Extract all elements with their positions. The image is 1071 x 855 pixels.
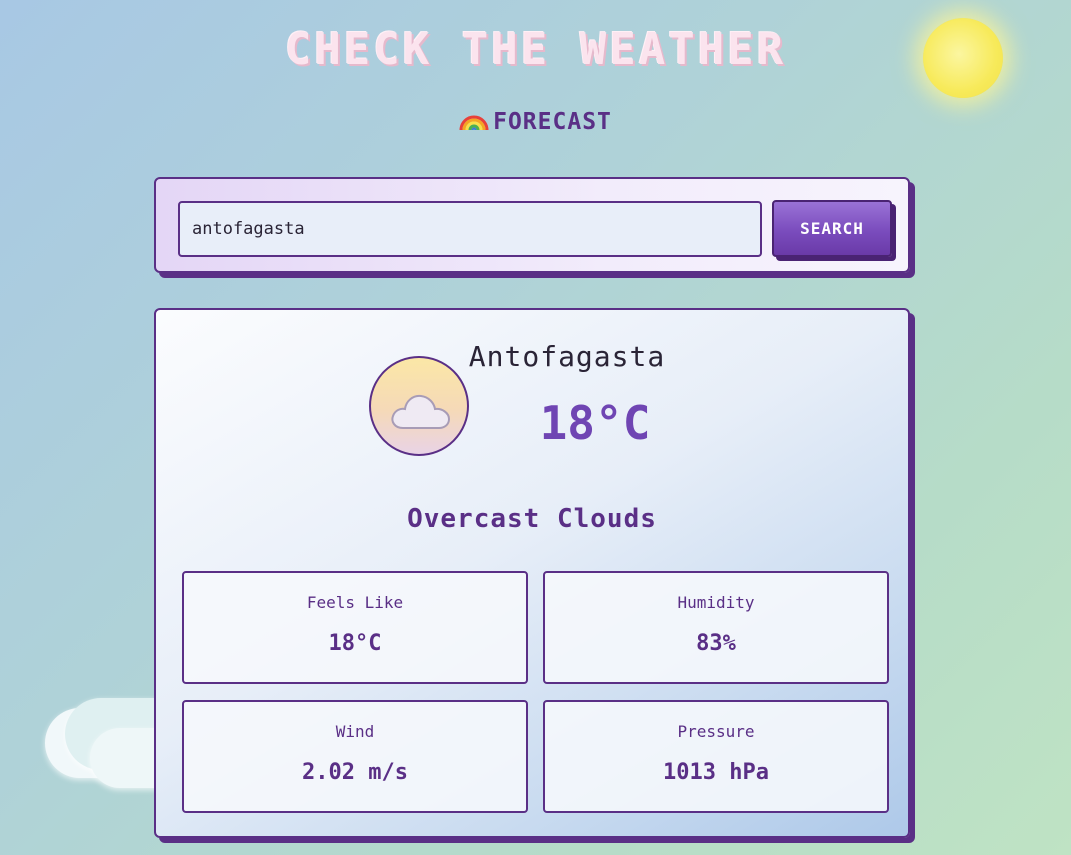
- humidity-card: Humidity 83%: [543, 571, 889, 684]
- city-name: Antofagasta: [468, 340, 666, 373]
- feels-like-value: 18°C: [328, 631, 382, 656]
- humidity-value: 83%: [696, 631, 736, 656]
- pressure-value: 1013 hPa: [663, 760, 769, 785]
- page-title: CHECK THE WEATHER: [284, 24, 787, 75]
- rainbow-icon: [459, 110, 489, 131]
- feels-like-label: Feels Like: [306, 593, 404, 612]
- search-button[interactable]: SEARCH: [772, 200, 892, 257]
- search-panel: SEARCH: [154, 177, 910, 273]
- pressure-card: Pressure 1013 hPa: [543, 700, 889, 813]
- pressure-label: Pressure: [677, 722, 755, 741]
- page-subtitle: FORECAST: [0, 109, 1071, 135]
- humidity-label: Humidity: [677, 593, 755, 612]
- temperature-value: 18°C: [539, 396, 651, 450]
- wind-label: Wind: [335, 722, 375, 741]
- weather-card: Antofagasta 18°C Overcast Clouds Feels L…: [154, 308, 910, 838]
- city-search-input[interactable]: [178, 201, 762, 257]
- feels-like-card: Feels Like 18°C: [182, 571, 528, 684]
- weather-condition: Overcast Clouds: [407, 504, 657, 534]
- wind-value: 2.02 m/s: [302, 760, 408, 785]
- wind-card: Wind 2.02 m/s: [182, 700, 528, 813]
- subtitle-label: FORECAST: [493, 109, 612, 135]
